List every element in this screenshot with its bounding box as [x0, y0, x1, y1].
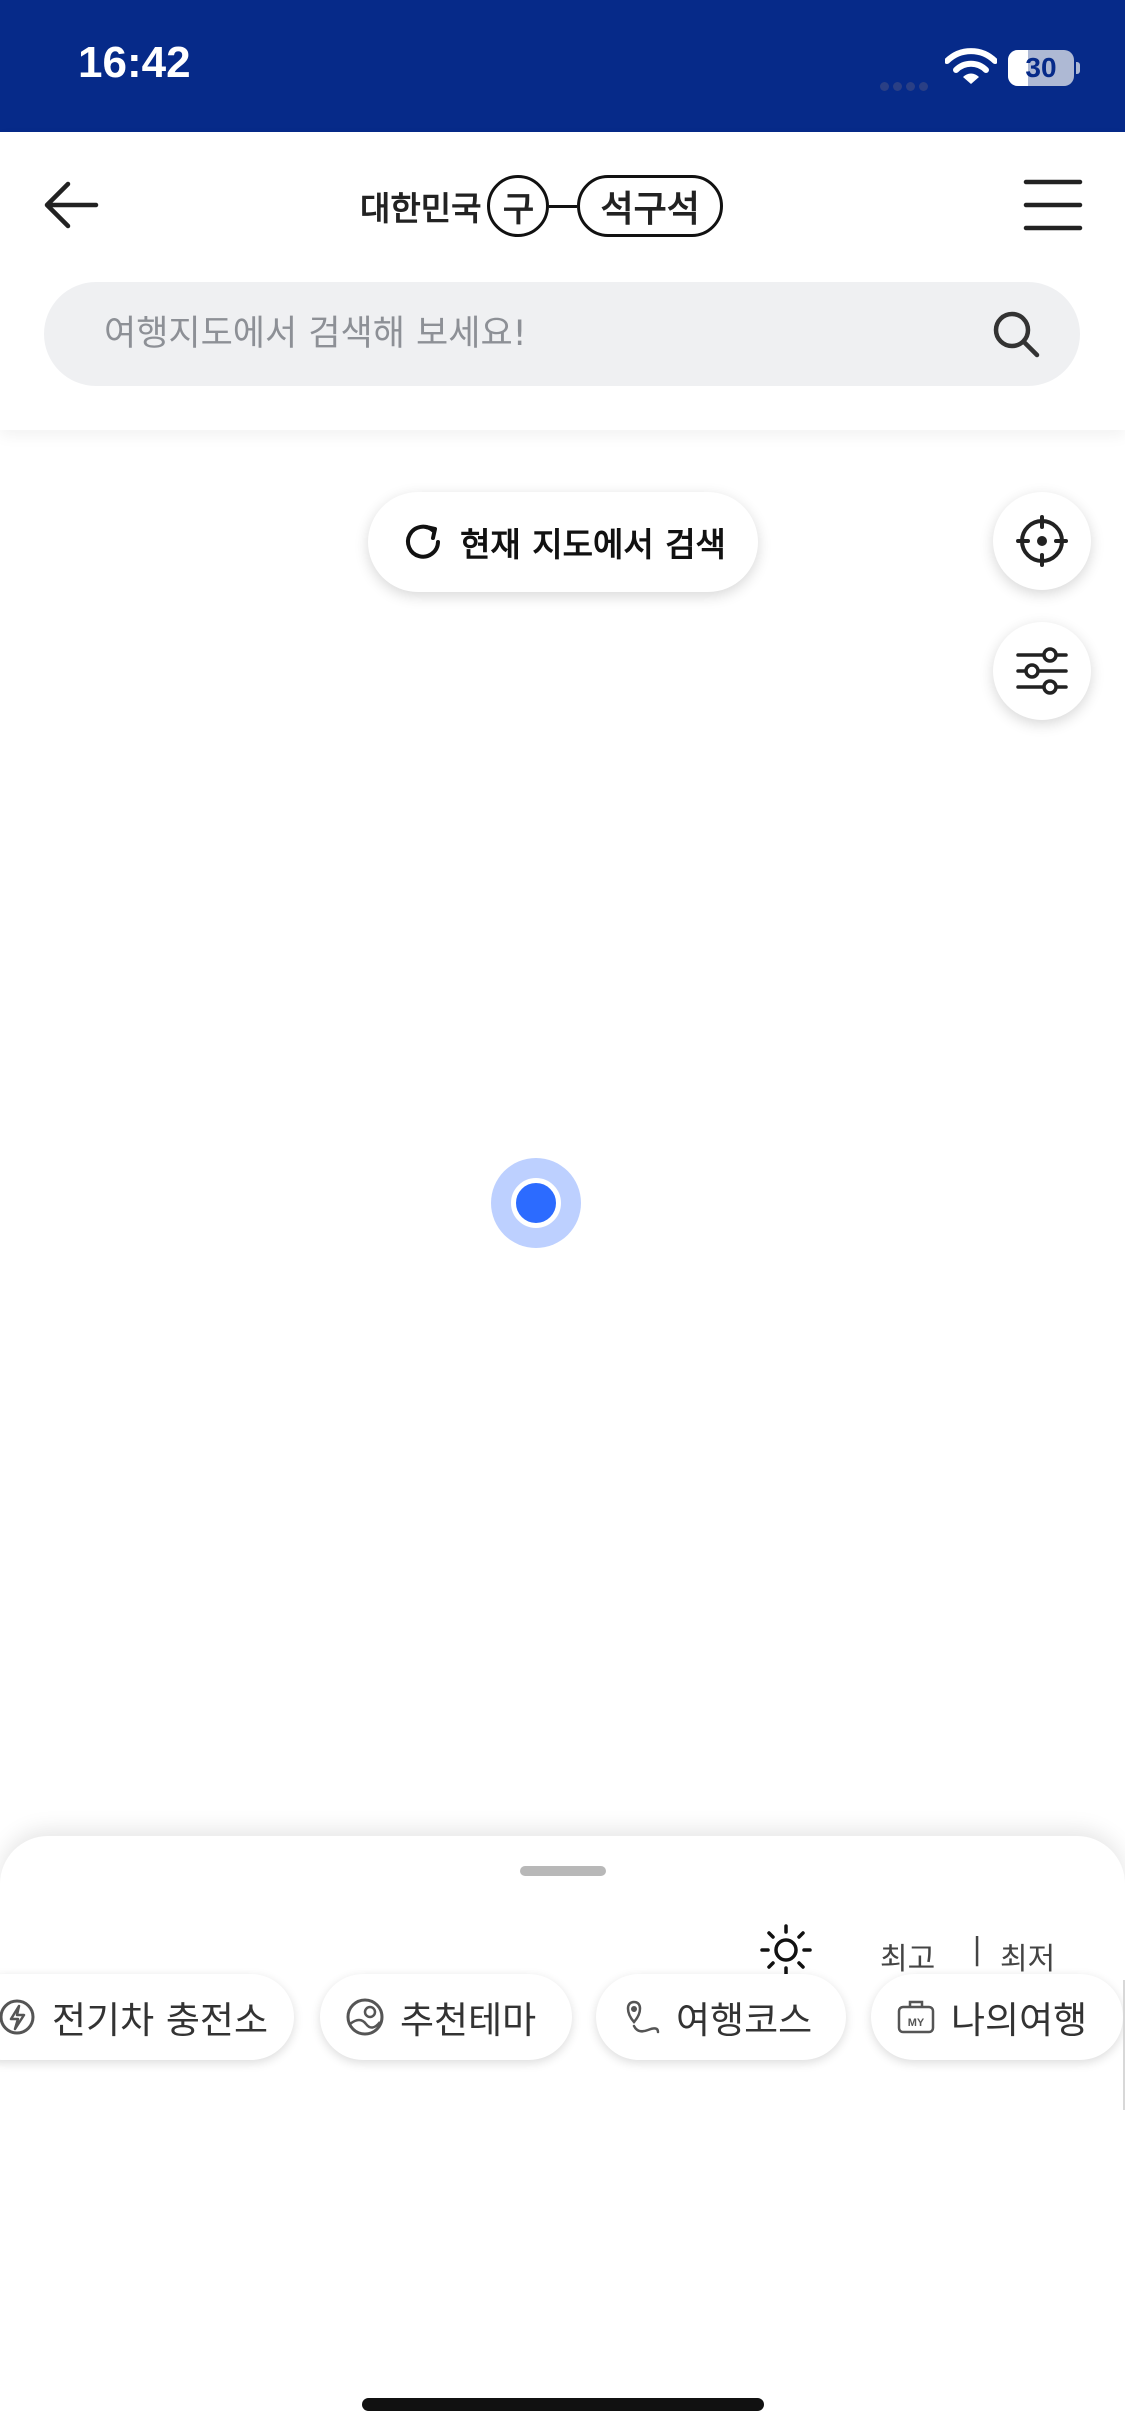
crosshair-icon — [1016, 515, 1068, 567]
search-icon[interactable] — [990, 308, 1042, 360]
my-location-button[interactable] — [993, 492, 1091, 590]
logo-connector — [549, 204, 578, 208]
logo-text: 대한민국 — [360, 189, 482, 228]
chip-ev-charger[interactable]: 전기차 충전소 — [0, 1974, 294, 2060]
user-location-marker — [491, 1158, 581, 1248]
search-this-area-label: 현재 지도에서 검색 — [460, 525, 726, 564]
my-suitcase-icon: MY — [897, 2000, 935, 2034]
filter-button[interactable] — [993, 622, 1091, 720]
battery-nub — [1076, 62, 1080, 74]
svg-text:MY: MY — [908, 2017, 925, 2029]
back-button[interactable] — [38, 172, 104, 238]
home-indicator[interactable] — [362, 2398, 764, 2411]
chip-label: 추천테마 — [400, 1999, 537, 2042]
logo-pill-mark: 석구석 — [577, 175, 723, 237]
search-this-area-button[interactable]: 현재 지도에서 검색 — [368, 492, 758, 592]
wifi-icon — [945, 48, 997, 84]
theme-map-icon — [346, 1998, 384, 2036]
chip-my-trip[interactable]: MY 나의여행 — [871, 1974, 1123, 2060]
chip-travel-course[interactable]: 여행코스 — [596, 1974, 846, 2060]
battery-percent: 30 — [1025, 52, 1057, 83]
hamburger-menu-icon — [1023, 179, 1083, 231]
user-location-dot — [511, 1178, 561, 1228]
status-time: 16:42 — [78, 38, 191, 87]
chip-label: 여행코스 — [676, 1999, 813, 2042]
chip-label: 전기차 충전소 — [52, 1999, 269, 2042]
temp-high-label: 최고 — [880, 1942, 936, 1977]
menu-button[interactable] — [1016, 172, 1090, 238]
temp-low-label: 최저 — [1000, 1942, 1056, 1977]
temp-separator: | — [972, 1932, 983, 1967]
chip-recommended-theme[interactable]: 추천테마 — [320, 1974, 572, 2060]
search-bar[interactable] — [44, 282, 1080, 386]
arrow-left-icon — [44, 181, 99, 229]
route-pin-icon — [626, 2000, 660, 2034]
bottom-sheet[interactable] — [0, 1836, 1125, 2436]
refresh-icon — [406, 524, 441, 559]
app-logo: 대한민국 구 석구석 — [360, 170, 770, 242]
sliders-icon — [1016, 647, 1068, 695]
logo-circle-mark: 구 — [487, 175, 550, 237]
search-input[interactable] — [104, 282, 964, 386]
sheet-drag-handle[interactable] — [520, 1866, 606, 1876]
battery-indicator: 30 — [1008, 50, 1074, 86]
chip-label: 나의여행 — [951, 1999, 1088, 2042]
ev-charger-icon — [0, 1999, 35, 2035]
cellular-signal-icon — [880, 76, 932, 95]
